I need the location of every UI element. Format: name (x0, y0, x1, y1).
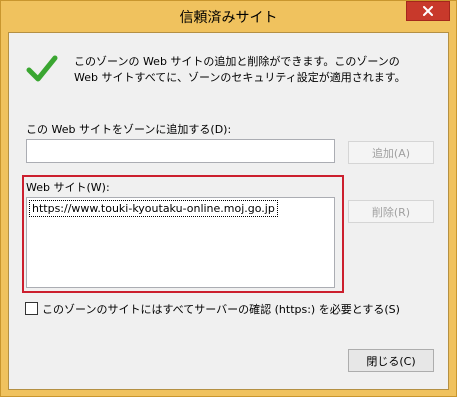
add-site-label: この Web サイトをゾーンに追加する(D): (26, 123, 232, 136)
website-list-item[interactable]: https://www.touki-kyoutaku-online.moj.go… (29, 200, 278, 217)
dialog-content: このゾーンの Web サイトの追加と削除ができます。このゾーンの Web サイト… (8, 32, 449, 390)
window-close-button[interactable] (406, 1, 450, 21)
trusted-sites-dialog: 信頼済みサイト このゾーンの Web サイトの追加と削除ができます。このゾーンの… (0, 0, 457, 397)
require-https-checkbox[interactable] (25, 302, 38, 315)
checkmark-icon (26, 55, 58, 82)
add-button[interactable]: 追加(A) (348, 141, 434, 164)
window-title: 信頼済みサイト (179, 10, 278, 26)
add-site-input[interactable] (26, 139, 335, 163)
zone-description: このゾーンの Web サイトの追加と削除ができます。このゾーンの Web サイト… (74, 55, 406, 84)
close-icon (423, 6, 433, 16)
close-button[interactable]: 閉じる(C) (348, 349, 434, 372)
title-bar[interactable]: 信頼済みサイト (1, 1, 456, 32)
websites-label: Web サイト(W): (26, 181, 110, 194)
remove-button[interactable]: 削除(R) (348, 200, 434, 223)
websites-list[interactable]: https://www.touki-kyoutaku-online.moj.go… (26, 197, 335, 288)
require-https-label[interactable]: このゾーンのサイトにはすべてサーバーの確認 (https:) を必要とする(S) (42, 301, 400, 317)
